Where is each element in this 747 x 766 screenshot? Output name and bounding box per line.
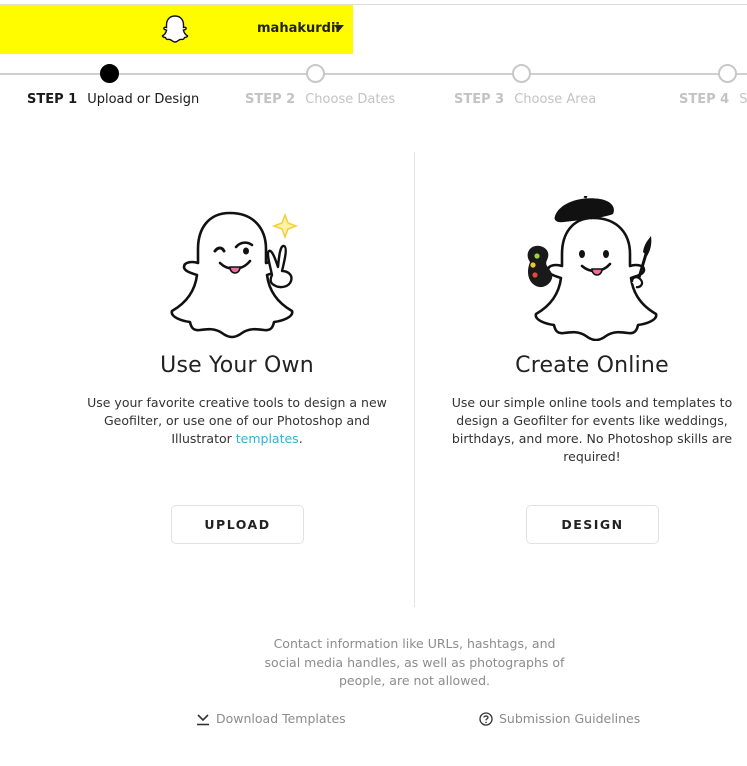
top-bar: mahakurdii: [0, 0, 747, 55]
step-4-title: Su: [739, 92, 747, 107]
design-option-title: Create Online: [515, 353, 669, 378]
submission-guidelines-link[interactable]: Submission Guidelines: [479, 711, 640, 726]
step-4-number: STEP 4: [679, 92, 730, 107]
caret-down-icon[interactable]: [334, 25, 344, 31]
step-progress: STEP 1 Upload or Design STEP 2 Choose Date…: [0, 60, 747, 110]
column-divider: [414, 152, 415, 607]
geofilter-page: mahakurdii STEP 1 Upload or Design STEP 2…: [0, 0, 747, 766]
download-templates-label[interactable]: Download Templates: [216, 711, 346, 726]
upload-option-title: Use Your Own: [160, 353, 314, 378]
step-1-label: STEP 1 Upload or Design: [27, 92, 199, 107]
step-3-label: STEP 3 Choose Area: [454, 92, 596, 107]
username[interactable]: mahakurdii: [257, 21, 340, 36]
help-circle-icon: [479, 712, 493, 726]
winking-ghost-illustration: [170, 211, 299, 339]
download-icon: [197, 714, 209, 726]
templates-link[interactable]: templates: [236, 431, 299, 446]
account-menu[interactable]: mahakurdii: [0, 5, 353, 54]
step-1-number: STEP 1: [27, 92, 78, 107]
step-4-indicator: [718, 64, 737, 83]
content-policy-notice: Contact information like URLs, hashtags,…: [264, 636, 565, 688]
step-2-label: STEP 2 Choose Dates: [245, 92, 395, 107]
step-3-title: Choose Area: [514, 92, 597, 107]
snapchat-ghost-icon: [161, 15, 189, 43]
upload-button[interactable]: UPLOAD: [171, 505, 304, 544]
design-option-description: Use our simple online tools and template…: [451, 395, 733, 464]
step-4-label: STEP 4 Su: [679, 92, 747, 107]
step-2-indicator: [306, 64, 325, 83]
download-templates-link[interactable]: Download Templates: [196, 711, 346, 726]
step-3-number: STEP 3: [454, 92, 505, 107]
submission-guidelines-label[interactable]: Submission Guidelines: [499, 711, 640, 726]
step-2-title: Choose Dates: [305, 92, 396, 107]
step-2-number: STEP 2: [245, 92, 296, 107]
upload-option-description: Use your favorite creative tools to desi…: [87, 394, 387, 448]
step-1-title: Upload or Design: [87, 92, 200, 107]
design-button[interactable]: DESIGN: [526, 505, 659, 544]
artist-ghost-illustration: [527, 196, 658, 341]
step-1-indicator: [100, 64, 119, 83]
step-3-indicator: [512, 64, 531, 83]
upload-description-end: .: [298, 431, 303, 446]
